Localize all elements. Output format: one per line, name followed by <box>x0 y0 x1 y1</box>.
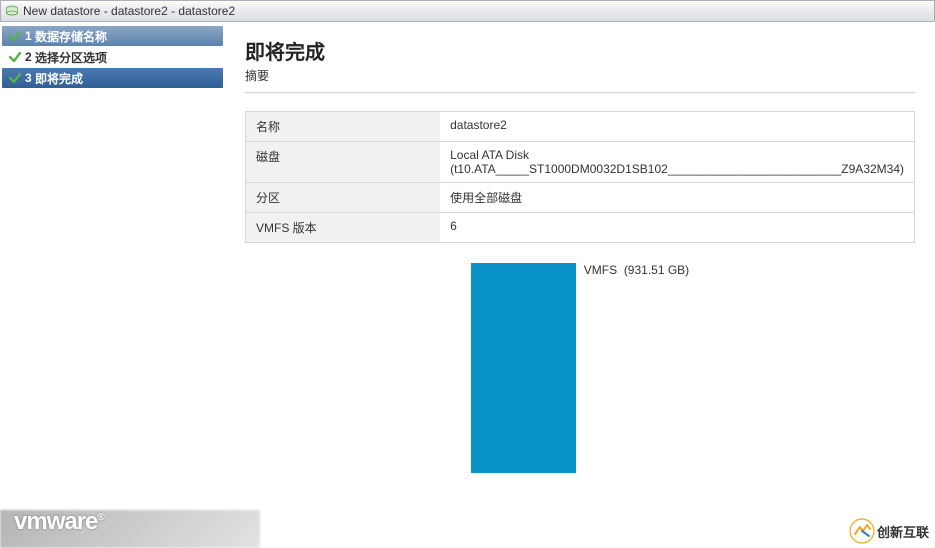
check-icon <box>8 29 22 43</box>
vmfs-partition-block <box>471 263 576 473</box>
table-row: 名称 datastore2 <box>246 112 915 142</box>
wizard-sidebar: 1 数据存储名称 2 选择分区选项 3 即将完成 <box>0 22 225 548</box>
check-icon <box>8 71 22 85</box>
partition-label: VMFS (931.51 GB) <box>584 263 689 277</box>
window-title: New datastore - datastore2 - datastore2 <box>23 4 235 18</box>
datastore-icon <box>5 5 19 17</box>
row-value: 6 <box>440 213 914 243</box>
step-label: 数据存储名称 <box>35 28 107 45</box>
step-label: 即将完成 <box>35 70 83 87</box>
step-number: 1 <box>25 29 32 43</box>
step-label: 选择分区选项 <box>35 49 107 66</box>
row-value: 使用全部磁盘 <box>440 183 914 213</box>
divider <box>245 92 915 93</box>
check-icon <box>8 50 22 64</box>
row-label: VMFS 版本 <box>246 213 441 243</box>
table-row: 分区 使用全部磁盘 <box>246 183 915 213</box>
page-subtitle: 摘要 <box>245 67 915 84</box>
wizard-step-1[interactable]: 1 数据存储名称 <box>2 26 223 46</box>
watermark-icon <box>849 518 875 544</box>
watermark: 创新互联 <box>849 518 929 544</box>
summary-table: 名称 datastore2 磁盘 Local ATA Disk (t10.ATA… <box>245 111 915 243</box>
step-number: 3 <box>25 71 32 85</box>
row-label: 名称 <box>246 112 441 142</box>
row-value: Local ATA Disk (t10.ATA_____ST1000DM0032… <box>440 142 914 183</box>
main-content: 即将完成 摘要 名称 datastore2 磁盘 Local ATA Disk … <box>225 22 935 548</box>
wizard-step-2[interactable]: 2 选择分区选项 <box>2 47 223 67</box>
partition-visualization: VMFS (931.51 GB) <box>245 263 915 473</box>
table-row: VMFS 版本 6 <box>246 213 915 243</box>
row-value: datastore2 <box>440 112 914 142</box>
watermark-text: 创新互联 <box>877 522 929 541</box>
row-label: 分区 <box>246 183 441 213</box>
wizard-step-3[interactable]: 3 即将完成 <box>2 68 223 88</box>
step-number: 2 <box>25 50 32 64</box>
page-title: 即将完成 <box>245 36 915 65</box>
titlebar: New datastore - datastore2 - datastore2 <box>0 0 935 22</box>
table-row: 磁盘 Local ATA Disk (t10.ATA_____ST1000DM0… <box>246 142 915 183</box>
row-label: 磁盘 <box>246 142 441 183</box>
vmware-logo: vmware® <box>14 508 104 536</box>
